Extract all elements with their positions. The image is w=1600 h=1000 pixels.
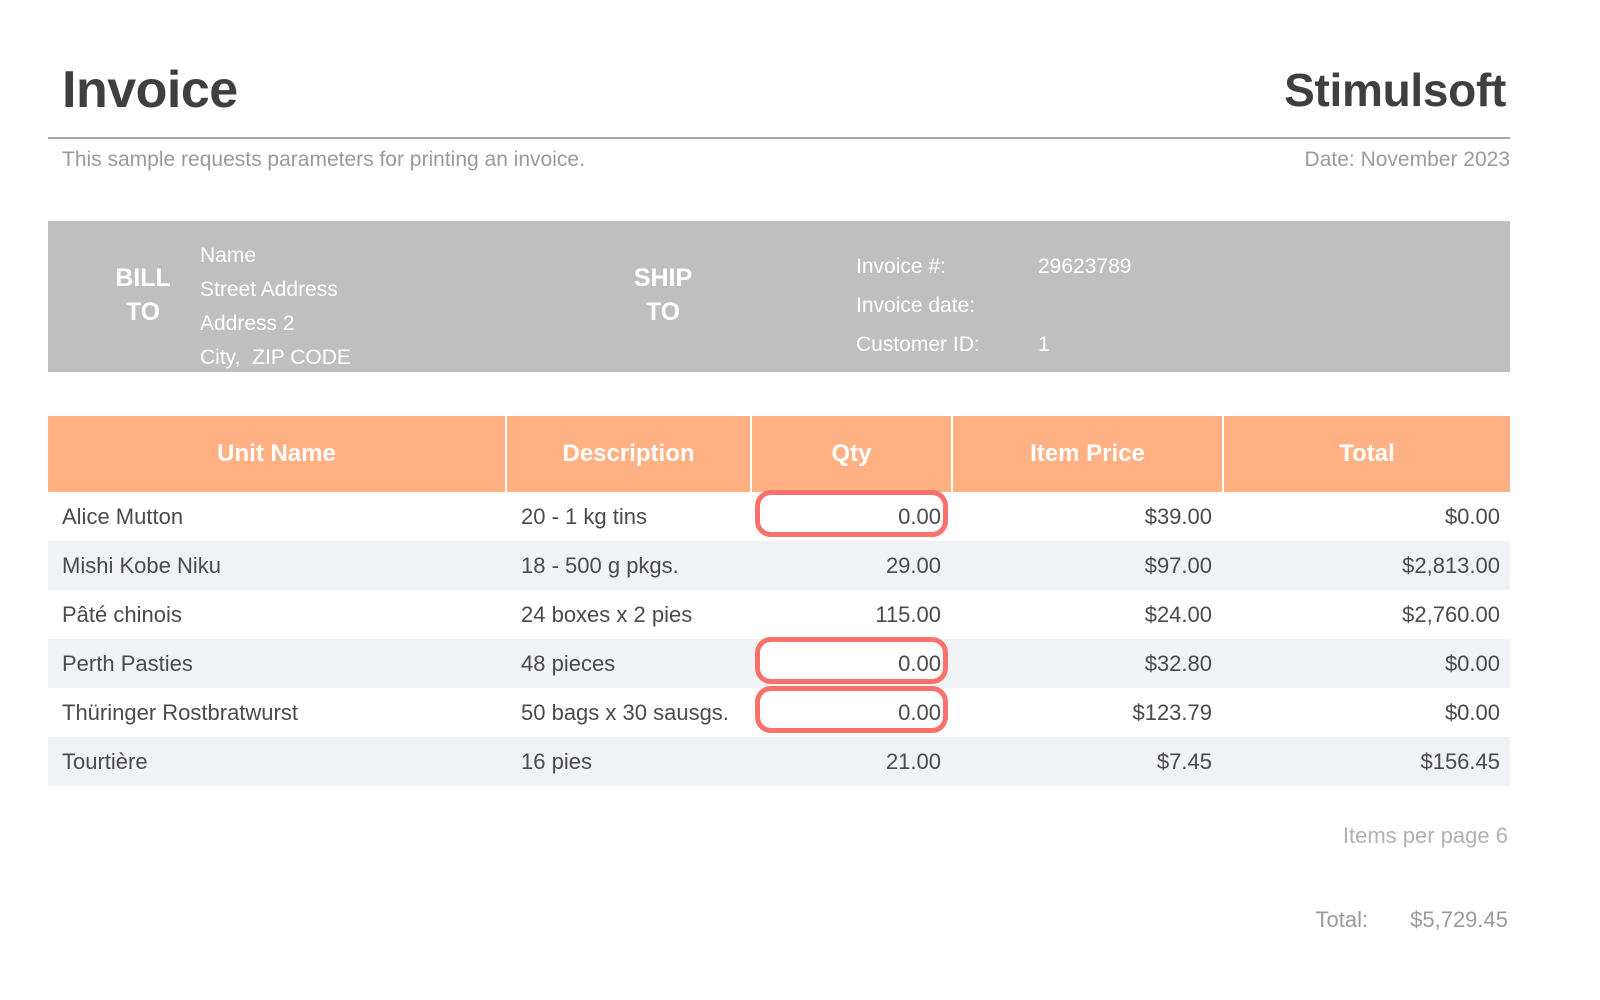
- cell-item-price: $123.79: [1132, 699, 1212, 725]
- bill-to-label: BILL TO: [88, 261, 198, 329]
- column-header-total: Total: [1224, 416, 1510, 492]
- cell-qty-value: 0.00: [898, 503, 941, 529]
- invoice-number-value: 29623789: [1038, 255, 1132, 278]
- table-row: Thüringer Rostbratwurst 50 bags x 30 sau…: [48, 686, 1510, 737]
- cell-unit-name: Pâté chinois: [62, 601, 182, 627]
- cell-qty-value: 21.00: [885, 748, 941, 774]
- address-line-2: Address 2: [200, 312, 295, 335]
- cell-total: $2,760.00: [1402, 601, 1500, 627]
- cell-total: $0.00: [1444, 699, 1500, 725]
- cell-qty-value: 29.00: [885, 552, 941, 578]
- table-row: Pâté chinois 24 boxes x 2 pies 115.00 $2…: [48, 590, 1510, 639]
- cell-qty[interactable]: 0.00: [752, 686, 951, 737]
- ship-to-label-line1: SHIP: [633, 264, 693, 292]
- billing-address: Name Street Address Address 2 City, ZIP …: [200, 239, 351, 375]
- cell-total: $2,813.00: [1402, 552, 1500, 578]
- cell-item-price: $32.80: [1144, 650, 1212, 676]
- table-row: Perth Pasties 48 pieces 0.00 $32.80 $0.0…: [48, 637, 1510, 688]
- cell-unit-name: Tourtière: [62, 748, 148, 774]
- cell-description: 50 bags x 30 sausgs.: [521, 699, 729, 725]
- cell-unit-name: Thüringer Rostbratwurst: [62, 699, 298, 725]
- invoice-date-row: Invoice date:: [856, 286, 1131, 325]
- column-header-item-price: Item Price: [953, 416, 1222, 492]
- cell-description: 16 pies: [521, 748, 592, 774]
- cell-description: 24 boxes x 2 pies: [521, 601, 693, 627]
- invoice-date-label: Invoice date:: [856, 294, 976, 317]
- cell-item-price: $24.00: [1144, 601, 1212, 627]
- table-row: Mishi Kobe Niku 18 - 500 g pkgs. 29.00 $…: [48, 541, 1510, 590]
- invoice-meta: Invoice #: 29623789 Invoice date: Custome…: [856, 247, 1131, 364]
- cell-qty-value: 115.00: [875, 601, 941, 627]
- cell-item-price: $39.00: [1144, 503, 1212, 529]
- customer-id-row: Customer ID: 1: [856, 325, 1131, 364]
- cell-qty-value: 0.00: [898, 650, 941, 676]
- grand-total: Total: $5,729.45: [1279, 881, 1508, 959]
- customer-id-label: Customer ID:: [856, 333, 980, 356]
- bill-to-label-line1: BILL: [115, 264, 171, 292]
- line-items-table: Unit Name Description Qty Item Price Tot…: [48, 416, 1510, 786]
- cell-total: $0.00: [1444, 503, 1500, 529]
- page-title: Invoice: [62, 61, 238, 119]
- cell-total: $156.45: [1420, 748, 1500, 774]
- cell-qty[interactable]: 29.00: [752, 541, 951, 590]
- cell-total: $0.00: [1444, 650, 1500, 676]
- cell-description: 18 - 500 g pkgs.: [521, 552, 679, 578]
- cell-qty[interactable]: 21.00: [752, 737, 951, 786]
- ship-to-label: SHIP TO: [608, 261, 718, 329]
- invoice-page: Invoice Stimulsoft This sample requests …: [0, 0, 1600, 1000]
- invoice-number-row: Invoice #: 29623789: [856, 247, 1131, 286]
- brand-logo-text: Stimulsoft: [1284, 64, 1506, 116]
- table-header-row: Unit Name Description Qty Item Price Tot…: [48, 416, 1510, 492]
- cell-item-price: $97.00: [1144, 552, 1212, 578]
- cell-item-price: $7.45: [1156, 748, 1212, 774]
- grand-total-label: Total:: [1315, 907, 1369, 932]
- address-band: BILL TO Name Street Address Address 2 Ci…: [48, 221, 1510, 372]
- column-header-description: Description: [507, 416, 750, 492]
- table-row: Alice Mutton 20 - 1 kg tins 0.00 $39.00 …: [48, 490, 1510, 541]
- column-header-unit-name: Unit Name: [48, 416, 505, 492]
- document-header: Invoice Stimulsoft: [48, 60, 1510, 138]
- items-per-page-label: Items per page 6: [1342, 823, 1508, 848]
- cell-description: 48 pieces: [521, 650, 616, 676]
- address-line-street: Street Address: [200, 278, 338, 301]
- cell-qty-value: 0.00: [898, 699, 941, 725]
- grand-total-value: $5,729.45: [1410, 907, 1508, 932]
- cell-unit-name: Perth Pasties: [62, 650, 193, 676]
- invoice-number-label: Invoice #:: [856, 255, 946, 278]
- address-line-city-zip: City, ZIP CODE: [200, 346, 351, 369]
- bill-to-label-line2: TO: [125, 298, 161, 326]
- customer-id-value: 1: [1038, 333, 1050, 356]
- cell-qty[interactable]: 0.00: [752, 490, 951, 541]
- cell-unit-name: Alice Mutton: [62, 503, 184, 529]
- table-row: Tourtière 16 pies 21.00 $7.45 $156.45: [48, 737, 1510, 786]
- column-header-qty: Qty: [752, 416, 951, 492]
- header-divider: [48, 137, 1510, 139]
- document-date: Date: November 2023: [1304, 148, 1510, 171]
- address-line-name: Name: [200, 244, 257, 267]
- document-subtitle: This sample requests parameters for prin…: [62, 148, 585, 171]
- cell-description: 20 - 1 kg tins: [521, 503, 647, 529]
- cell-unit-name: Mishi Kobe Niku: [62, 552, 221, 578]
- cell-qty[interactable]: 115.00: [752, 590, 951, 639]
- cell-qty[interactable]: 0.00: [752, 637, 951, 688]
- ship-to-label-line2: TO: [645, 298, 681, 326]
